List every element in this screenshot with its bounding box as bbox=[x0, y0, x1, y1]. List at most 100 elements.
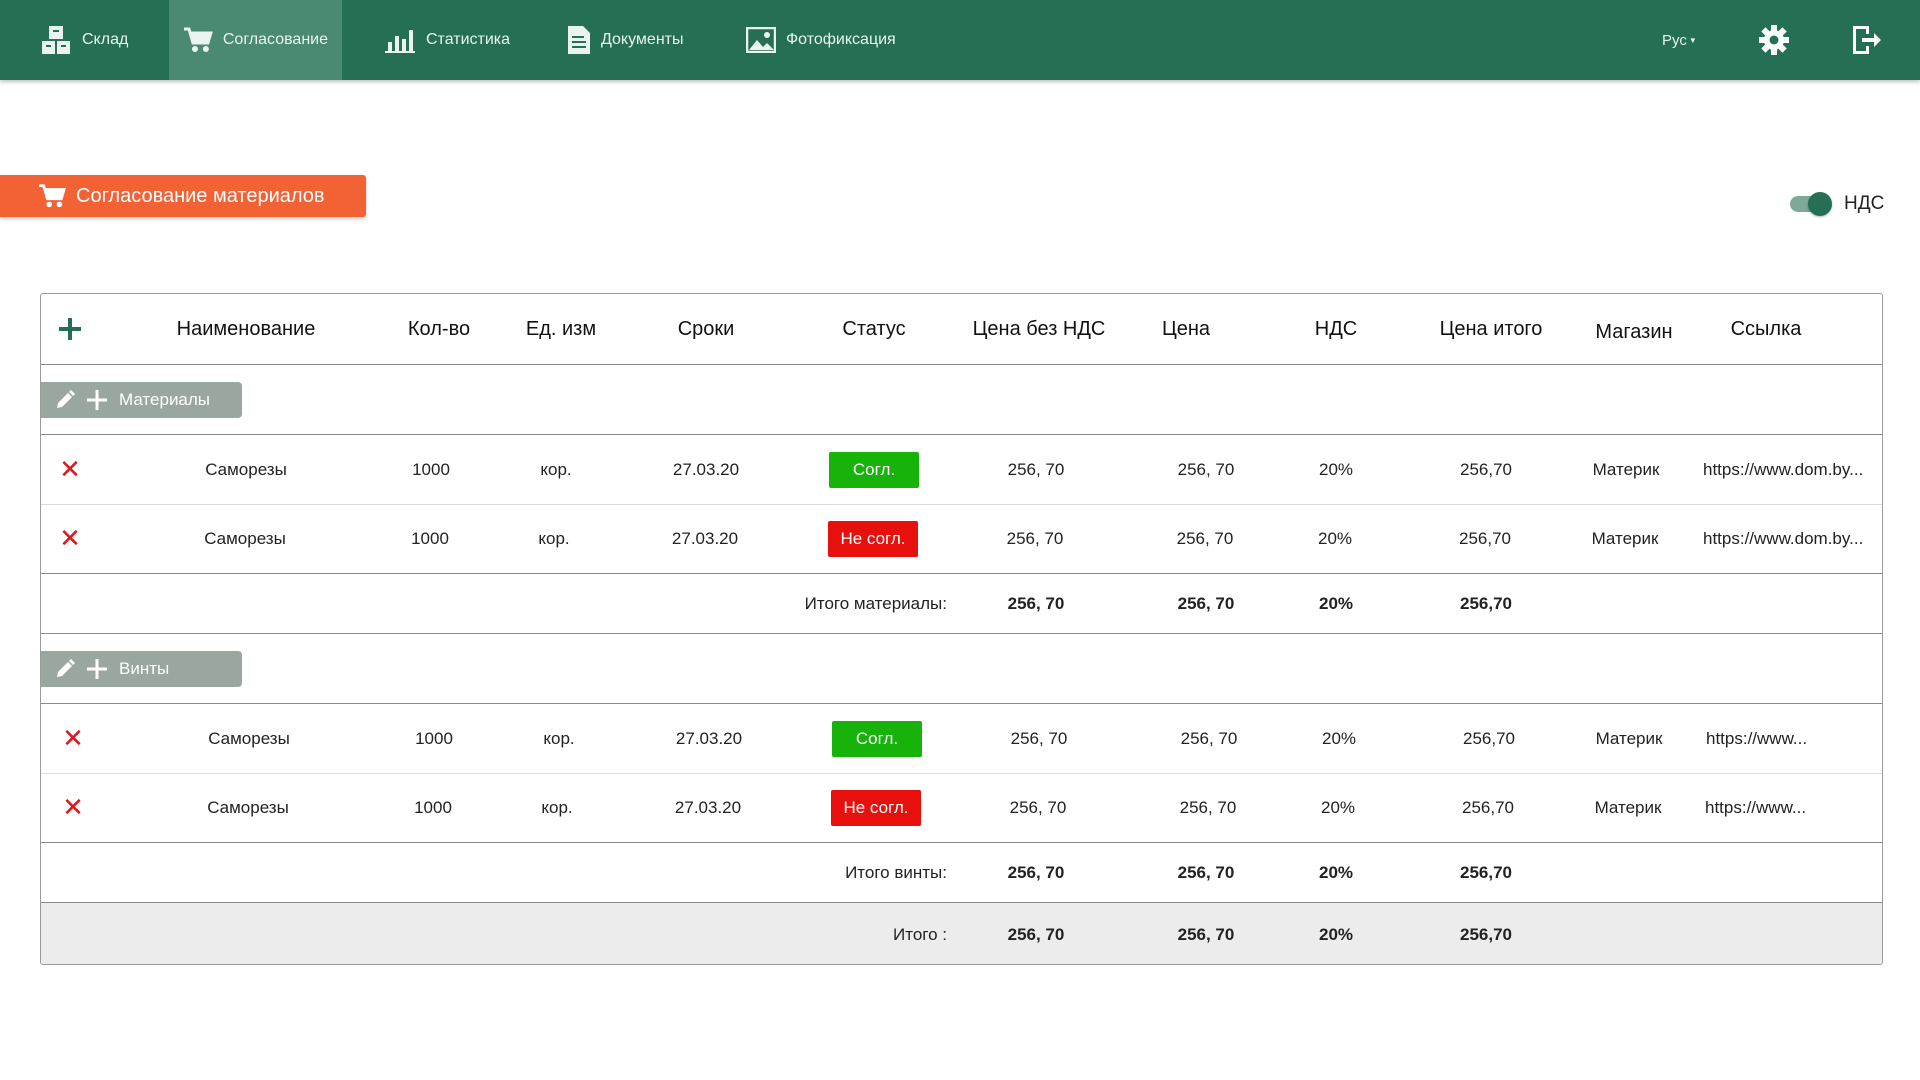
table-header: Наименование Кол-во Ед. изм Сроки Статус… bbox=[41, 294, 1882, 365]
item-vat: 20% bbox=[1321, 728, 1357, 748]
grand-total-label: Итого : bbox=[893, 924, 947, 944]
item-deadline: 27.03.20 bbox=[675, 728, 743, 748]
status-badge[interactable]: Не согл. bbox=[828, 520, 918, 557]
item-price: 256, 70 bbox=[1176, 528, 1234, 548]
gear-icon bbox=[1759, 25, 1789, 55]
item-vat: 20% bbox=[1320, 797, 1356, 817]
item-link[interactable]: https://www... bbox=[1705, 773, 1875, 842]
item-link[interactable]: https://www.dom.by... bbox=[1703, 435, 1882, 504]
group-label: Материалы bbox=[41, 382, 242, 418]
item-price: 256, 70 bbox=[1179, 797, 1237, 817]
page-title-label: Согласование материалов bbox=[76, 184, 325, 207]
subtotal-row: Итого винты: 256, 70 256, 70 20% 256,70 bbox=[41, 843, 1882, 903]
item-price-no-vat: 256, 70 bbox=[1006, 528, 1064, 548]
approval-table: Наименование Кол-во Ед. изм Сроки Статус… bbox=[40, 293, 1883, 965]
nav-item-approval[interactable]: Согласование bbox=[169, 0, 342, 80]
vat-switch[interactable] bbox=[1790, 192, 1832, 216]
item-shop: Материк bbox=[1594, 797, 1662, 817]
table-row: ✕ Саморезы 1000 кор. 27.03.20 Согл. 256,… bbox=[41, 435, 1882, 504]
item-qty: 1000 bbox=[411, 528, 449, 548]
logout-icon bbox=[1853, 26, 1881, 54]
add-item-button[interactable] bbox=[87, 390, 107, 410]
status-badge[interactable]: Не согл. bbox=[831, 789, 921, 826]
column-header-total[interactable]: Цена итого bbox=[1416, 294, 1566, 364]
grand-total-vat: 20% bbox=[1318, 924, 1354, 944]
item-name: Саморезы bbox=[207, 797, 289, 817]
language-selector[interactable]: Рус ▼ bbox=[1662, 0, 1697, 80]
item-link[interactable]: https://www... bbox=[1706, 704, 1876, 773]
item-vat: 20% bbox=[1318, 459, 1354, 479]
column-header-status[interactable]: Статус bbox=[809, 294, 939, 364]
delete-row-icon[interactable]: ✕ bbox=[62, 792, 84, 823]
vat-toggle-label: НДС bbox=[1844, 193, 1885, 214]
item-price-no-vat: 256, 70 bbox=[1009, 797, 1067, 817]
item-shop: Материк bbox=[1591, 528, 1659, 548]
top-navigation-bar: Склад Согласование Статистика Документы … bbox=[0, 0, 1920, 80]
column-header-shop[interactable]: Магазин bbox=[1574, 294, 1694, 364]
add-group-button[interactable] bbox=[55, 294, 85, 364]
subtotal-label: Итого винты: bbox=[845, 862, 947, 882]
status-badge[interactable]: Согл. bbox=[829, 451, 919, 488]
subtotal-total: 256,70 bbox=[1460, 862, 1512, 882]
item-name: Саморезы bbox=[205, 459, 287, 479]
item-link[interactable]: https://www.dom.by... bbox=[1703, 504, 1882, 573]
nav-item-warehouse[interactable]: Склад bbox=[26, 0, 142, 80]
cart-icon bbox=[39, 184, 66, 208]
item-price-no-vat: 256, 70 bbox=[1007, 459, 1065, 479]
settings-button[interactable] bbox=[1756, 22, 1792, 58]
subtotal-label: Итого материалы: bbox=[804, 593, 947, 613]
subtotal-total: 256,70 bbox=[1460, 593, 1512, 613]
logout-button[interactable] bbox=[1848, 22, 1884, 58]
subtotal-price-no-vat: 256, 70 bbox=[1007, 593, 1065, 613]
nav-item-statistics[interactable]: Статистика bbox=[370, 0, 524, 80]
nav-item-documents[interactable]: Документы bbox=[553, 0, 697, 80]
column-header-price-no-vat[interactable]: Цена без НДС bbox=[949, 294, 1129, 364]
warehouse-icon bbox=[42, 26, 70, 54]
column-header-qty[interactable]: Кол-во bbox=[389, 294, 489, 364]
subtotal-vat: 20% bbox=[1318, 593, 1354, 613]
table-row: ✕ Саморезы 1000 кор. 27.03.20 Не согл. 2… bbox=[41, 773, 1882, 842]
delete-row-icon[interactable]: ✕ bbox=[59, 523, 81, 554]
column-header-name[interactable]: Наименование bbox=[126, 294, 366, 364]
vat-toggle[interactable]: НДС bbox=[1790, 192, 1885, 216]
subtotal-price: 256, 70 bbox=[1177, 593, 1235, 613]
nav-item-label: Фотофиксация bbox=[786, 31, 896, 48]
add-item-button[interactable] bbox=[87, 659, 107, 679]
item-name: Саморезы bbox=[208, 728, 290, 748]
nav-item-photo[interactable]: Фотофиксация bbox=[732, 0, 910, 80]
column-header-vat[interactable]: НДС bbox=[1281, 294, 1391, 364]
nav-item-label: Документы bbox=[601, 31, 684, 48]
edit-group-button[interactable] bbox=[55, 659, 75, 679]
column-header-deadline[interactable]: Сроки bbox=[641, 294, 771, 364]
item-deadline: 27.03.20 bbox=[671, 528, 739, 548]
pencil-icon bbox=[57, 659, 75, 677]
column-header-price[interactable]: Цена bbox=[1131, 294, 1241, 364]
delete-row-icon[interactable]: ✕ bbox=[62, 723, 84, 754]
language-label: Рус bbox=[1662, 31, 1687, 49]
column-header-unit[interactable]: Ед. изм bbox=[506, 294, 616, 364]
switch-knob bbox=[1808, 192, 1832, 216]
table-row: ✕ Саморезы 1000 кор. 27.03.20 Не согл. 2… bbox=[41, 504, 1882, 573]
group-name: Материалы bbox=[119, 390, 211, 409]
delete-row-icon[interactable]: ✕ bbox=[59, 454, 81, 485]
item-price: 256, 70 bbox=[1177, 459, 1235, 479]
plus-icon bbox=[87, 659, 107, 679]
bar-chart-icon bbox=[385, 30, 415, 53]
item-qty: 1000 bbox=[415, 728, 453, 748]
nav-item-label: Согласование bbox=[222, 31, 328, 48]
column-header-link[interactable]: Ссылка bbox=[1706, 294, 1826, 364]
grand-total-price: 256, 70 bbox=[1177, 924, 1235, 944]
plus-icon bbox=[59, 318, 81, 340]
status-badge[interactable]: Согл. bbox=[832, 720, 922, 757]
document-icon bbox=[568, 26, 590, 54]
item-name: Саморезы bbox=[204, 528, 286, 548]
item-unit: кор. bbox=[540, 459, 572, 479]
subtotal-vat: 20% bbox=[1318, 862, 1354, 882]
grand-total-total: 256,70 bbox=[1460, 924, 1512, 944]
item-unit: кор. bbox=[543, 728, 575, 748]
subtotal-row: Итого материалы: 256, 70 256, 70 20% 256… bbox=[41, 574, 1882, 634]
subtotal-price: 256, 70 bbox=[1177, 862, 1235, 882]
group-rows: ✕ Саморезы 1000 кор. 27.03.20 Согл. 256,… bbox=[41, 435, 1882, 574]
edit-group-button[interactable] bbox=[55, 390, 75, 410]
pencil-icon bbox=[57, 390, 75, 408]
